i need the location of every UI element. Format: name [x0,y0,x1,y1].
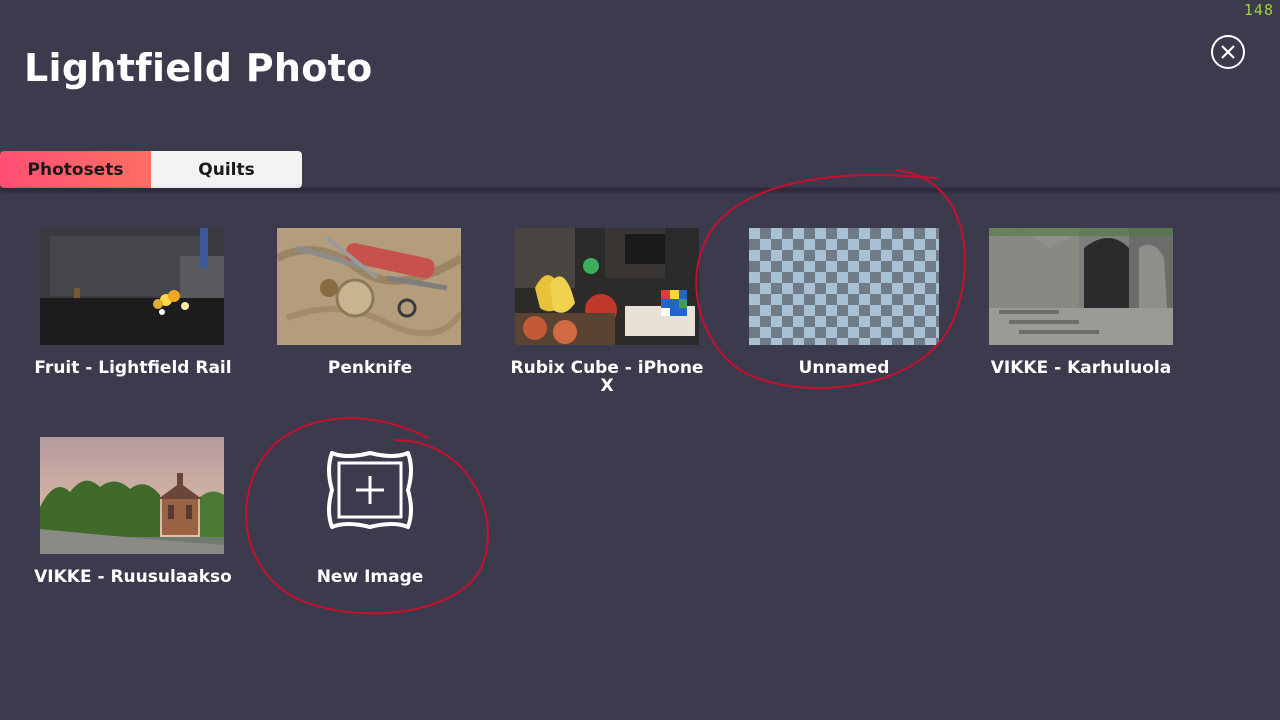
photoset-label: Unnamed [798,358,890,378]
lightfield-photo-screen: 148 Lightfield Photo Photosets Quilts Fr… [0,0,1280,720]
frame-plus-icon [322,449,418,531]
header-divider [0,188,1280,191]
fruit-thumbnail [40,228,224,345]
page-title: Lightfield Photo [24,46,373,90]
photoset-label: Rubix Cube - iPhone X [510,358,704,396]
fps-counter: 148 [1243,1,1274,19]
rubix-cube-thumbnail [515,228,699,345]
checkerboard-placeholder [749,228,939,345]
close-button[interactable] [1211,35,1245,69]
photoset-label: Fruit - Lightfield Rail [34,358,232,378]
tab-quilts[interactable]: Quilts [151,151,302,188]
close-icon [1221,45,1235,59]
tab-bar: Photosets Quilts [0,151,302,188]
photoset-label: Penknife [327,358,413,378]
tab-photosets[interactable]: Photosets [0,151,151,188]
new-image-label: New Image [316,567,424,587]
garden-pavilion-thumbnail [40,437,224,554]
photoset-label: VIKKE - Karhuluola [990,358,1172,378]
penknife-thumbnail [277,228,461,345]
cave-thumbnail [989,228,1173,345]
photoset-label: VIKKE - Ruusulaakso [34,567,232,587]
